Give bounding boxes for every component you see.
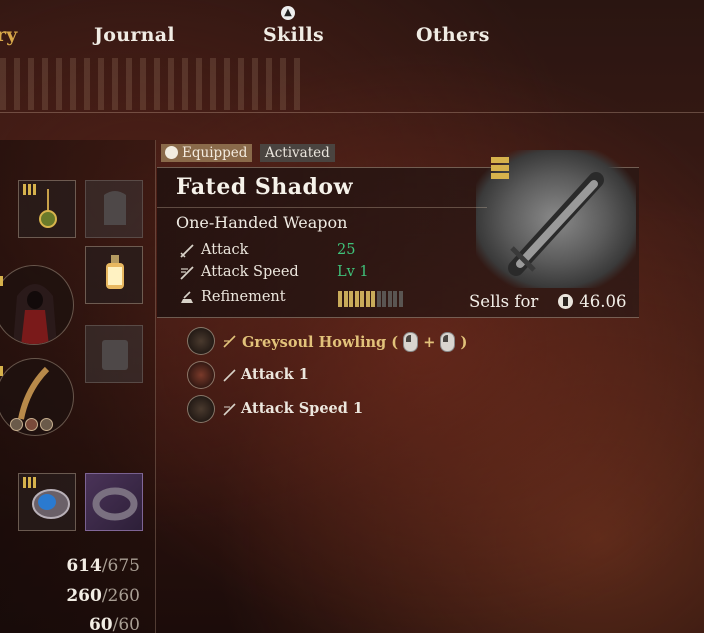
mouse-left-icon [403, 332, 419, 352]
lantern-icon [106, 255, 124, 289]
greysoul-howling-icon[interactable] [187, 327, 215, 355]
sword-icon [180, 244, 194, 258]
stat-label-attack: Attack [201, 242, 249, 258]
panel-divider [155, 140, 156, 633]
sell-price: Sells for 46.06 [469, 292, 627, 311]
helmet-placeholder-icon [104, 191, 126, 225]
sells-value: 46.06 [579, 292, 627, 311]
tab-skills[interactable]: Skills [263, 24, 324, 46]
tier-marks [23, 184, 36, 195]
activated-tag: Activated [260, 144, 335, 162]
tab-inventory[interactable]: ry [0, 24, 18, 46]
refinement-segment [343, 291, 348, 307]
equipped-label: Equipped [182, 145, 248, 161]
mouse-right-icon [440, 332, 456, 352]
chest-placeholder-icon [102, 340, 128, 370]
stat-label-attack-speed: Attack Speed [201, 264, 299, 280]
attack-boost-icon[interactable] [187, 361, 215, 389]
effect-attack-speed: Attack Speed 1 [241, 400, 364, 417]
ring-slot-2[interactable] [85, 473, 143, 531]
paren-close: ) [460, 334, 468, 351]
stat-current: 60 [88, 615, 113, 633]
plus-sign: + [423, 334, 436, 351]
tab-others[interactable]: Others [416, 24, 490, 46]
equipped-tag: Equipped [161, 144, 253, 162]
stat-value-attack-speed: Lv 1 [337, 264, 369, 280]
helmet-slot[interactable] [85, 180, 143, 238]
ring-slot-1[interactable] [18, 473, 76, 531]
refinement-segment [387, 291, 392, 307]
item-type: One-Handed Weapon [176, 213, 348, 232]
refinement-icon [181, 291, 193, 303]
nav-divider [0, 112, 704, 113]
refinement-segment [371, 291, 375, 307]
stat-max: /260 [101, 586, 140, 606]
stat-max: /60 [112, 615, 140, 633]
stamina-stat: 260/260 [66, 586, 140, 606]
refinement-segment [393, 291, 397, 307]
tier-marks [0, 366, 3, 376]
refinement-segment [349, 291, 353, 307]
refinement-segment [360, 291, 364, 307]
effect-greysoul-howling[interactable]: Greysoul Howling ( + ) [242, 332, 467, 352]
item-name: Fated Shadow [176, 174, 354, 200]
refinement-segment [365, 291, 370, 307]
lantern-slot[interactable] [85, 246, 143, 304]
effect-name: Greysoul Howling [242, 334, 387, 351]
dark-ring-icon [92, 487, 138, 521]
gloves-slot[interactable] [85, 325, 143, 383]
skill-type-icon [223, 335, 236, 348]
tier-marks [23, 477, 36, 488]
tab-journal[interactable]: Journal [94, 24, 175, 46]
coin-icon [558, 294, 574, 309]
sells-label: Sells for [469, 292, 539, 311]
attack-speed-icon [180, 266, 194, 280]
refinement-bar [338, 291, 403, 307]
amulet-slot[interactable] [18, 180, 76, 238]
health-stat: 614/675 [66, 556, 140, 576]
stat-current: 260 [66, 586, 102, 606]
item-name-divider [157, 207, 487, 208]
equipped-icon [165, 146, 178, 159]
background-decoration [0, 58, 300, 110]
refinement-segment [382, 291, 386, 307]
stat-current: 614 [66, 556, 102, 576]
stat-value-attack: 25 [337, 242, 356, 258]
item-tier-marks [491, 157, 509, 179]
paren-open: ( [391, 334, 399, 351]
tier-marks [0, 276, 3, 286]
stat-label-refinement: Refinement [201, 289, 286, 305]
weapon-effect-icons [10, 418, 53, 431]
up-arrow-button-icon: ▲ [281, 6, 295, 20]
refinement-segment [354, 291, 359, 307]
sword-icon [223, 369, 236, 382]
energy-stat: 60/60 [89, 615, 140, 633]
effect-attack: Attack 1 [241, 366, 309, 383]
refinement-segment [398, 291, 403, 307]
attack-speed-icon [223, 403, 236, 416]
attack-speed-boost-icon[interactable] [187, 395, 215, 423]
stat-max: /675 [101, 556, 140, 576]
refinement-segment [338, 291, 342, 307]
refinement-segment [376, 291, 381, 307]
